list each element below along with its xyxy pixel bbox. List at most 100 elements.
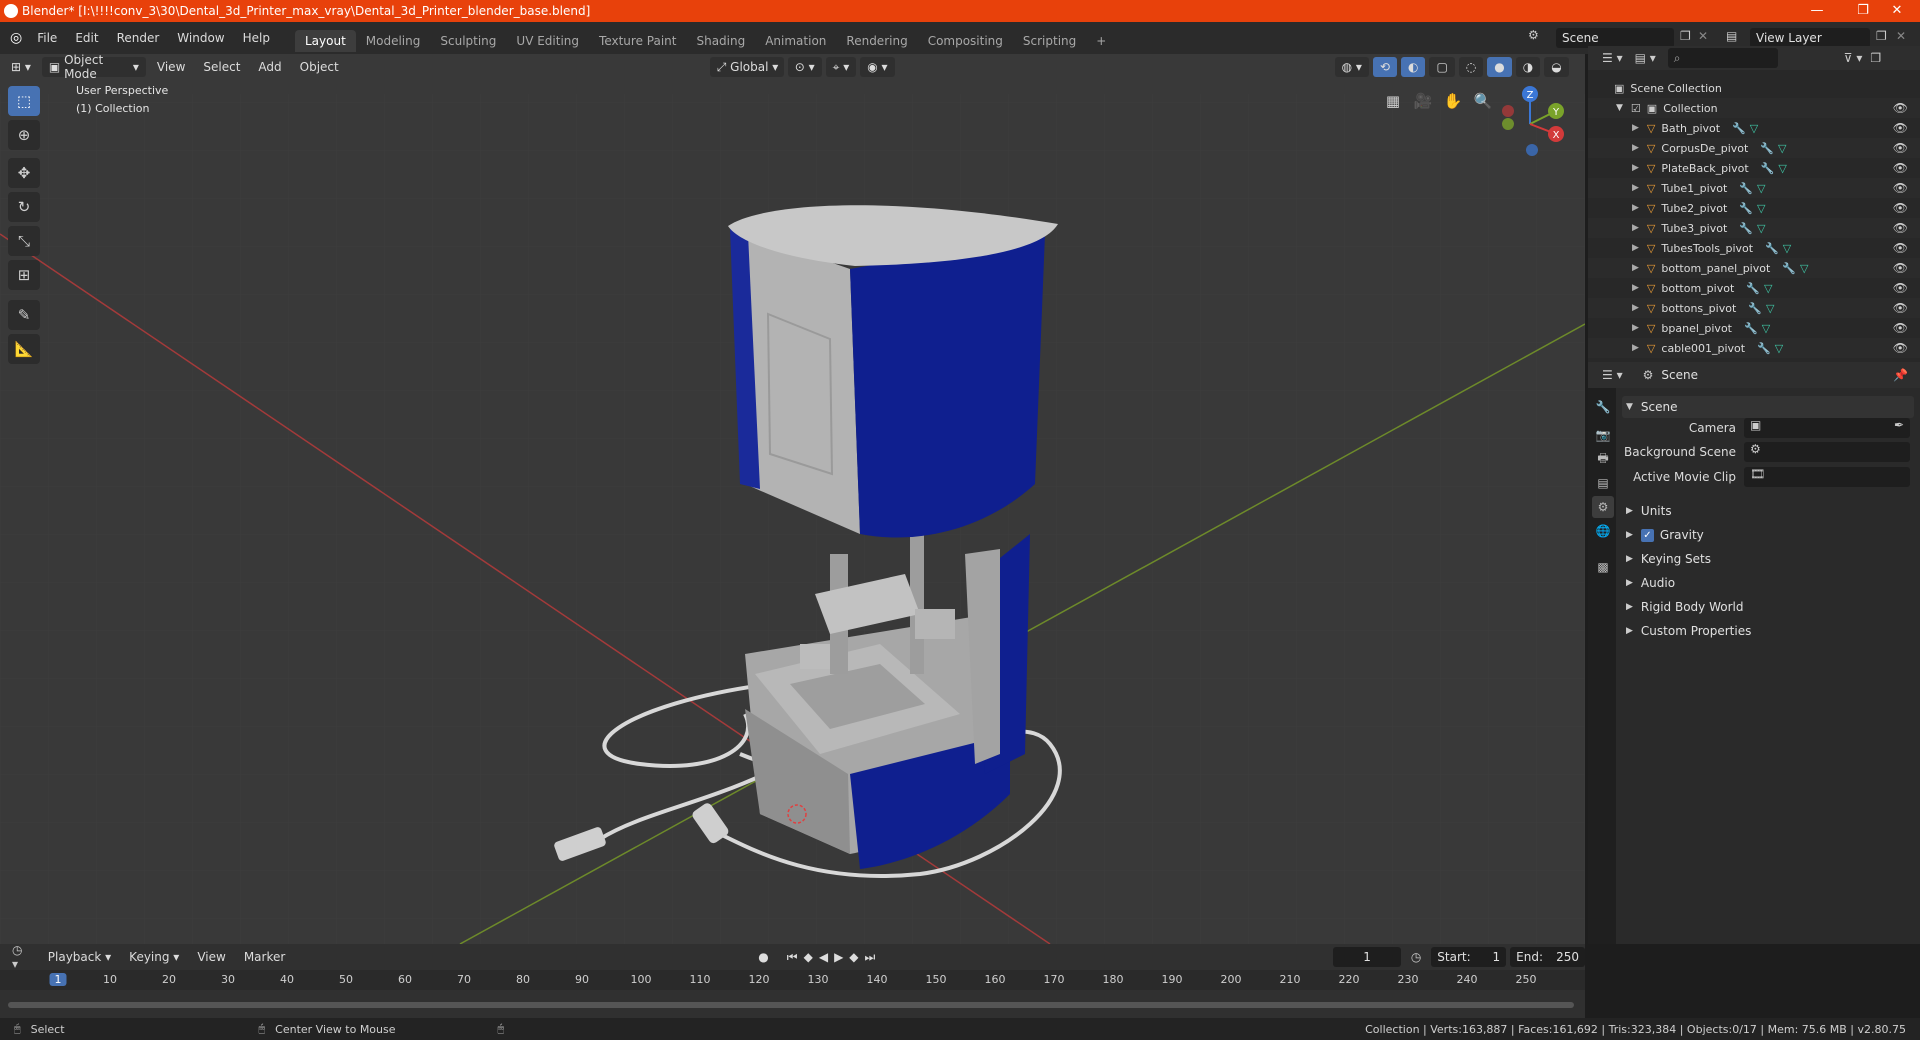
mesh-data-icon[interactable]: ▽ <box>1800 262 1808 275</box>
remove-scene-icon[interactable]: ✕ <box>1698 29 1708 43</box>
next-keyframe-icon[interactable]: ◆ <box>849 950 858 964</box>
gizmo-toggle-icon[interactable]: ⟲ <box>1372 57 1397 77</box>
mesh-data-icon[interactable]: ▽ <box>1762 322 1770 335</box>
movie-clip-field[interactable]: 🎞 <box>1744 467 1910 487</box>
overlay-toggle-icon[interactable]: ◐ <box>1400 57 1426 77</box>
transform-tool-icon[interactable]: ⊞ <box>8 260 40 290</box>
move-tool-icon[interactable]: ✥ <box>8 158 40 188</box>
minimize-button[interactable]: — <box>1794 0 1840 22</box>
modifier-wrench-icon[interactable]: 🔧 <box>1782 262 1796 275</box>
outliner-item[interactable]: ▶ ▽ bottons_pivot 🔧 ▽ 👁 <box>1588 298 1920 318</box>
jump-start-icon[interactable]: ⏮ <box>787 950 798 965</box>
mesh-data-icon[interactable]: ▽ <box>1757 222 1765 235</box>
end-frame-field[interactable]: End: 250 <box>1510 947 1585 967</box>
prev-keyframe-icon[interactable]: ◆ <box>804 950 813 964</box>
outliner-item[interactable]: ▶ ▽ Tube1_pivot 🔧 ▽ 👁 <box>1588 178 1920 198</box>
outliner-editor-icon[interactable]: ☰ ▾ <box>1602 51 1623 65</box>
expand-item-icon[interactable]: ▶ <box>1632 263 1639 273</box>
solid-shading-icon[interactable]: ● <box>1487 57 1512 77</box>
wireframe-shading-icon[interactable]: ◌ <box>1458 57 1484 77</box>
pin-icon[interactable]: 📌 <box>1893 368 1908 382</box>
outliner-item[interactable]: ▶ ▽ Tube3_pivot 🔧 ▽ 👁 <box>1588 218 1920 238</box>
viewport-menu-view[interactable]: View <box>150 57 192 77</box>
outliner-item[interactable]: ▶ ▽ CorpusDe_pivot 🔧 ▽ 👁 <box>1588 138 1920 158</box>
rotate-tool-icon[interactable]: ↻ <box>8 192 40 222</box>
mesh-data-icon[interactable]: ▽ <box>1750 122 1758 135</box>
eye-icon[interactable]: 👁 <box>1893 281 1908 295</box>
rendered-shading-icon[interactable]: ◒ <box>1544 57 1569 77</box>
eye-icon[interactable]: 👁 <box>1893 121 1908 135</box>
mesh-data-icon[interactable]: ▽ <box>1766 302 1774 315</box>
menu-edit[interactable]: Edit <box>66 31 107 45</box>
keying-sets-panel[interactable]: ▶ Keying Sets <box>1622 548 1914 570</box>
eye-icon[interactable]: 👁 <box>1893 201 1908 215</box>
collection-checkbox[interactable]: ☑ <box>1631 102 1641 115</box>
mesh-data-icon[interactable]: ▽ <box>1764 282 1772 295</box>
background-scene-field[interactable]: ⚙ <box>1744 442 1910 462</box>
timeline-menu-keying[interactable]: Keying ▾ <box>122 947 186 967</box>
outliner-item[interactable]: ▶ ▽ Tube2_pivot 🔧 ▽ 👁 <box>1588 198 1920 218</box>
modifier-wrench-icon[interactable]: 🔧 <box>1739 182 1753 195</box>
modifier-wrench-icon[interactable]: 🔧 <box>1732 122 1746 135</box>
eye-icon[interactable]: 👁 <box>1893 101 1908 115</box>
tab-texture-paint[interactable]: Texture Paint <box>589 30 686 52</box>
camera-view-icon[interactable]: 🎥 <box>1410 88 1436 114</box>
proportional-edit-icon[interactable]: ◉ ▾ <box>860 57 895 77</box>
tab-rendering[interactable]: Rendering <box>836 30 917 52</box>
modifier-wrench-icon[interactable]: 🔧 <box>1761 162 1775 175</box>
close-button[interactable]: ✕ <box>1874 0 1920 22</box>
scene-tab-icon[interactable]: ⚙ <box>1592 496 1614 518</box>
outliner-search-input[interactable]: ⌕ <box>1667 48 1778 68</box>
play-reverse-icon[interactable]: ◀ <box>819 950 828 964</box>
tab-sculpting[interactable]: Sculpting <box>430 30 506 52</box>
cursor-tool-icon[interactable]: ⊕ <box>8 120 40 150</box>
custom-properties-panel[interactable]: ▶ Custom Properties <box>1622 620 1914 642</box>
tab-animation[interactable]: Animation <box>755 30 836 52</box>
menu-help[interactable]: Help <box>234 31 279 45</box>
modifier-wrench-icon[interactable]: 🔧 <box>1760 142 1774 155</box>
menu-render[interactable]: Render <box>108 31 169 45</box>
record-icon[interactable]: ● <box>758 950 768 964</box>
select-box-tool-icon[interactable]: ⬚ <box>8 86 40 116</box>
editor-type-icon[interactable]: ⊞ ▾ <box>4 57 38 77</box>
modifier-wrench-icon[interactable]: 🔧 <box>1746 282 1760 295</box>
add-workspace-button[interactable]: + <box>1086 30 1116 52</box>
properties-editor-icon[interactable]: ☰ ▾ <box>1602 368 1623 382</box>
outliner-item[interactable]: ▶ ▽ Bath_pivot 🔧 ▽ 👁 <box>1588 118 1920 138</box>
viewport-menu-select[interactable]: Select <box>196 57 247 77</box>
timeline-scrollbar[interactable] <box>8 1002 1574 1008</box>
scene-selector[interactable]: Scene <box>1556 28 1674 48</box>
output-tab-icon[interactable]: 🖶 <box>1592 448 1614 470</box>
filter-icon[interactable]: ⊽ ▾ <box>1844 51 1863 65</box>
expand-item-icon[interactable]: ▶ <box>1632 283 1639 293</box>
expand-item-icon[interactable]: ▶ <box>1632 163 1639 173</box>
tab-shading[interactable]: Shading <box>686 30 755 52</box>
view-layer-tab-icon[interactable]: ▤ <box>1592 472 1614 494</box>
modifier-wrench-icon[interactable]: 🔧 <box>1744 322 1758 335</box>
mesh-data-icon[interactable]: ▽ <box>1757 182 1765 195</box>
menu-file[interactable]: File <box>28 31 66 45</box>
mesh-data-icon[interactable]: ▽ <box>1783 242 1791 255</box>
tab-modeling[interactable]: Modeling <box>356 30 431 52</box>
pan-view-icon[interactable]: ✋ <box>1440 88 1466 114</box>
tab-uv-editing[interactable]: UV Editing <box>506 30 589 52</box>
timeline-menu-playback[interactable]: Playback ▾ <box>41 947 118 967</box>
current-frame-field[interactable]: 1 <box>1333 947 1401 967</box>
units-panel[interactable]: ▶ Units <box>1622 500 1914 522</box>
expand-item-icon[interactable]: ▶ <box>1632 123 1639 133</box>
play-icon[interactable]: ▶ <box>834 950 843 964</box>
timeline-menu-view[interactable]: View <box>190 947 232 967</box>
camera-field[interactable]: ▣ ✒ <box>1744 418 1910 438</box>
object-mode-dropdown[interactable]: ▣ Object Mode ▾ <box>41 54 146 81</box>
new-scene-icon[interactable]: ❐ <box>1680 29 1691 43</box>
outliner-item[interactable]: ▶ ▽ bpanel_pivot 🔧 ▽ 👁 <box>1588 318 1920 338</box>
audio-panel[interactable]: ▶ Audio <box>1622 572 1914 594</box>
modifier-wrench-icon[interactable]: 🔧 <box>1765 242 1779 255</box>
mesh-data-icon[interactable]: ▽ <box>1775 342 1783 355</box>
mesh-data-icon[interactable]: ▽ <box>1778 142 1786 155</box>
expand-item-icon[interactable]: ▶ <box>1632 343 1639 353</box>
tab-layout[interactable]: Layout <box>294 30 356 52</box>
expand-item-icon[interactable]: ▶ <box>1632 323 1639 333</box>
outliner-item[interactable]: ▶ ▽ PlateBack_pivot 🔧 ▽ 👁 <box>1588 158 1920 178</box>
material-shading-icon[interactable]: ◑ <box>1515 57 1541 77</box>
